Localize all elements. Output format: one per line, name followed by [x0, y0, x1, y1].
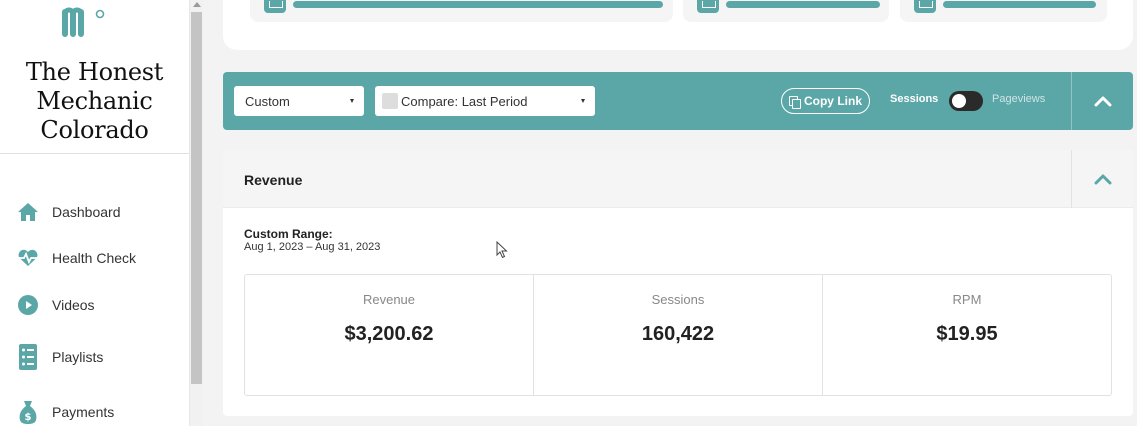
table-icon — [264, 0, 286, 13]
copy-icon — [788, 95, 801, 109]
caret-down-icon — [350, 99, 354, 103]
stats-grid: Revenue $3,200.62 Sessions 160,422 RPM $… — [244, 274, 1112, 396]
toggle-label-pageviews: Pageviews — [992, 93, 1046, 105]
mouse-cursor-icon — [496, 241, 508, 259]
stat-value: 160,422 — [641, 323, 715, 345]
quick-link-placeholder — [943, 1, 1096, 8]
toolbar-collapse-button[interactable] — [1072, 72, 1133, 130]
toggle-knob — [952, 94, 966, 108]
sidebar-item-label: Payments — [52, 404, 115, 420]
copy-link-button[interactable]: Copy Link — [781, 88, 870, 114]
list-icon — [16, 344, 40, 370]
window-icon — [914, 0, 936, 13]
code-icon — [697, 0, 719, 13]
svg-text:$: $ — [25, 412, 32, 423]
play-circle-icon — [16, 293, 40, 317]
heartbeat-icon — [16, 246, 40, 270]
quick-links-card — [223, 0, 1133, 50]
stat-rpm: RPM $19.95 — [823, 275, 1111, 395]
sidebar-item-label: Dashboard — [52, 204, 121, 220]
sidebar-item-playlists[interactable]: Playlists — [0, 337, 189, 377]
sidebar-item-label: Playlists — [52, 349, 104, 365]
chevron-up-icon — [1094, 174, 1111, 185]
site-title: The Honest Mechanic Colorado — [25, 58, 164, 144]
sidebar-item-label: Health Check — [52, 250, 137, 266]
toggle-label-sessions: Sessions — [890, 93, 939, 105]
quick-link-placeholder — [293, 1, 663, 8]
sidebar-item-health-check[interactable]: Health Check — [0, 238, 189, 278]
panel-title: Revenue — [244, 172, 303, 188]
copy-link-label: Copy Link — [803, 94, 862, 108]
sidebar-item-label: Videos — [52, 297, 95, 313]
quick-link-chip[interactable] — [900, 0, 1107, 22]
revenue-panel: Revenue Custom Range: Aug 1, 2023 – Aug … — [223, 150, 1133, 416]
revenue-collapse-button[interactable] — [1072, 150, 1133, 208]
compare-value: Compare: Last Period — [401, 93, 528, 109]
sidebar-scrollbar[interactable] — [189, 0, 203, 426]
sidebar-item-dashboard[interactable]: Dashboard — [0, 192, 189, 232]
stat-label: Sessions — [651, 292, 705, 307]
stat-label: RPM — [952, 292, 982, 307]
sidebar: The Honest Mechanic Colorado Dashboard H… — [0, 0, 189, 426]
caret-down-icon — [581, 99, 585, 103]
quick-link-chip[interactable] — [250, 0, 673, 22]
stat-revenue: Revenue $3,200.62 — [245, 275, 534, 395]
quick-link-chip[interactable] — [683, 0, 889, 22]
sessions-pageviews-toggle[interactable] — [949, 91, 983, 111]
report-toolbar: Custom Compare: Last Period Copy Link Se… — [223, 72, 1133, 130]
compare-color-swatch — [382, 93, 398, 109]
revenue-panel-header: Revenue — [223, 150, 1133, 208]
date-range-select[interactable]: Custom — [234, 86, 364, 116]
stat-sessions: Sessions 160,422 — [534, 275, 823, 395]
sidebar-item-videos[interactable]: Videos — [0, 285, 189, 325]
custom-range-dates: Aug 1, 2023 – Aug 31, 2023 — [244, 241, 381, 253]
stat-label: Revenue — [362, 292, 416, 307]
compare-select[interactable]: Compare: Last Period — [375, 86, 595, 116]
scroll-thumb[interactable] — [191, 12, 202, 384]
quick-link-placeholder — [726, 1, 880, 8]
date-range-value: Custom — [245, 93, 290, 109]
scroll-up-arrow-icon[interactable] — [193, 2, 201, 7]
chevron-up-icon — [1094, 96, 1111, 107]
sidebar-divider — [0, 153, 189, 154]
brand-logo-icon[interactable] — [62, 4, 112, 40]
stat-value: $3,200.62 — [344, 323, 434, 345]
sidebar-item-payments[interactable]: $ Payments — [0, 392, 189, 426]
stat-value: $19.95 — [936, 323, 998, 345]
home-icon — [16, 200, 40, 224]
money-bag-icon: $ — [16, 400, 40, 424]
custom-range-label: Custom Range: — [244, 227, 333, 241]
